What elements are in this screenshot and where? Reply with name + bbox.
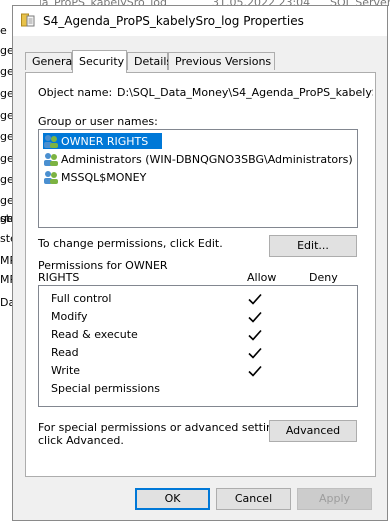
permission-row-read[interactable]: Read: [39, 344, 357, 362]
tab-general[interactable]: General: [25, 52, 75, 70]
users-icon: [44, 171, 58, 184]
permission-row-write[interactable]: Write: [39, 362, 357, 380]
users-icon: [44, 135, 58, 148]
edit-button[interactable]: Edit...: [269, 235, 357, 257]
permission-name: Write: [51, 364, 81, 377]
checkmark-icon: [248, 365, 262, 377]
allow-column-header: Allow: [247, 271, 277, 284]
title-bar[interactable]: S4_Agenda_ProPS_kabelySro_log Properties: [13, 6, 387, 36]
object-name-label: Object name:: [38, 86, 113, 99]
users-icon: [44, 153, 58, 166]
properties-dialog: S4_Agenda_ProPS_kabelySro_log Properties…: [12, 5, 388, 521]
user-mssql-money[interactable]: MSSQL$MONEY: [43, 169, 146, 185]
permission-name: Special permissions: [51, 382, 160, 395]
object-name-value: D:\SQL_Data_Money\S4_Agenda_ProPS_kabely…: [117, 86, 373, 99]
apply-button[interactable]: Apply: [297, 488, 372, 510]
special-permissions-text-line2: click Advanced.: [38, 434, 124, 447]
checkmark-icon: [248, 347, 262, 359]
permission-name: Read: [51, 346, 79, 359]
permission-row-modify[interactable]: Modify: [39, 308, 357, 326]
permission-name: Read & execute: [51, 328, 138, 341]
ok-button[interactable]: OK: [135, 488, 210, 510]
permission-name: Full control: [51, 292, 112, 305]
checkmark-icon: [248, 329, 262, 341]
user-administrators[interactable]: Administrators (WIN-DBNQGNO3SBG\Administ…: [43, 151, 353, 167]
change-permissions-text: To change permissions, click Edit.: [38, 237, 223, 250]
background-list-item: e: [0, 24, 7, 37]
window-title: S4_Agenda_ProPS_kabelySro_log Properties: [43, 14, 304, 28]
user-name: MSSQL$MONEY: [61, 170, 147, 184]
permission-name: Modify: [51, 310, 88, 323]
tab-details[interactable]: Details: [127, 52, 172, 70]
user-list[interactable]: OWNER RIGHTS Administrators (WIN-DBNQGNO…: [38, 129, 358, 228]
user-owner-rights[interactable]: OWNER RIGHTS: [43, 133, 163, 149]
deny-column-header: Deny: [309, 271, 338, 284]
user-name: OWNER RIGHTS: [61, 134, 149, 148]
permission-row-read-execute[interactable]: Read & execute: [39, 326, 357, 344]
tab-security[interactable]: Security: [72, 50, 127, 73]
permissions-for-label-line2: RIGHTS: [38, 271, 80, 284]
tab-previous-versions[interactable]: Previous Versions: [168, 52, 275, 70]
permissions-list[interactable]: Full control Modify Read & execute Read …: [38, 285, 358, 407]
permission-row-full-control[interactable]: Full control: [39, 290, 357, 308]
user-name: Administrators (WIN-DBNQGNO3SBG\Administ…: [61, 152, 353, 166]
cancel-button[interactable]: Cancel: [216, 488, 291, 510]
group-or-user-names-label: Group or user names:: [38, 115, 158, 128]
special-permissions-text: For special permissions or advanced sett…: [38, 421, 290, 434]
checkmark-icon: [248, 293, 262, 305]
advanced-button[interactable]: Advanced: [269, 420, 357, 442]
checkmark-icon: [248, 311, 262, 323]
permission-row-special[interactable]: Special permissions: [39, 380, 357, 398]
file-icon: [21, 13, 35, 27]
security-panel: Object name: D:\SQL_Data_Money\S4_Agenda…: [25, 72, 376, 477]
